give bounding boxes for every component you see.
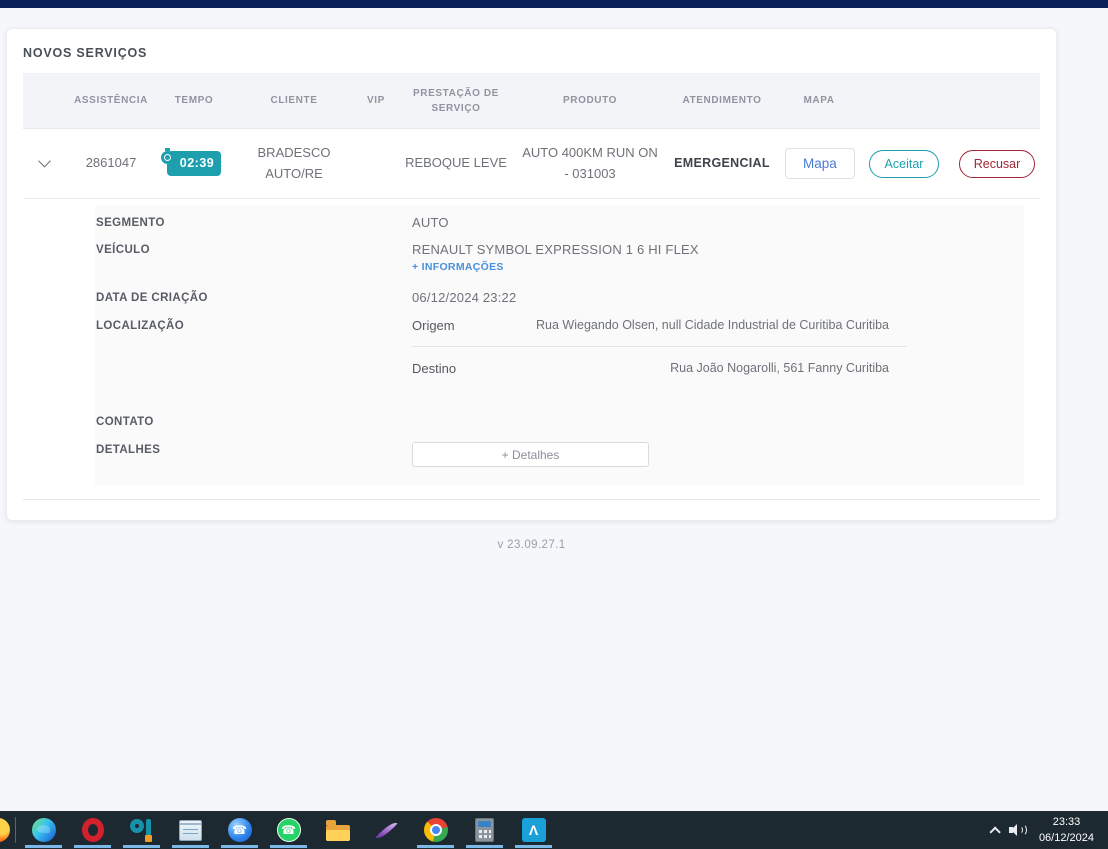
data-criacao-value: 06/12/2024 23:22 bbox=[412, 290, 1024, 305]
mapa-button[interactable]: Mapa bbox=[785, 148, 855, 179]
informacoes-link[interactable]: + INFORMAÇÕES bbox=[412, 261, 504, 273]
origem-value: Rua Wiegando Olsen, null Cidade Industri… bbox=[536, 318, 907, 332]
segmento-label: SEGMENTO bbox=[96, 215, 412, 229]
lambda-app-icon[interactable]: Λ bbox=[509, 811, 558, 849]
detail-row-veiculo: VEÍCULO RENAULT SYMBOL EXPRESSION 1 6 HI… bbox=[96, 242, 1024, 290]
cell-prestacao-servico: REBOQUE LEVE bbox=[395, 153, 517, 173]
timer-value: 02:39 bbox=[180, 156, 214, 170]
detail-row-contato: CONTATO bbox=[96, 414, 1024, 442]
cell-cliente: BRADESCO AUTO/RE bbox=[231, 143, 357, 183]
recusar-button[interactable]: Recusar bbox=[959, 150, 1036, 178]
detalhes-button[interactable]: + Detalhes bbox=[412, 442, 649, 467]
file-explorer-icon[interactable] bbox=[313, 811, 362, 849]
cell-atendimento: EMERGENCIAL bbox=[663, 154, 781, 173]
segmento-value: AUTO bbox=[412, 215, 1024, 230]
taskbar-partial-browser-icon[interactable] bbox=[0, 811, 12, 849]
cell-produto: AUTO 400KM RUN ON - 031003 bbox=[517, 143, 663, 183]
row-detail-panel: SEGMENTO AUTO VEÍCULO RENAULT SYMBOL EXP… bbox=[95, 206, 1024, 486]
tray-time: 23:33 bbox=[1053, 816, 1081, 828]
tray-clock[interactable]: 23:33 06/12/2024 bbox=[1039, 814, 1094, 847]
page-title: NOVOS SERVIÇOS bbox=[7, 29, 1056, 73]
row-expand-cell[interactable] bbox=[23, 153, 65, 173]
row-detail-section: SEGMENTO AUTO VEÍCULO RENAULT SYMBOL EXP… bbox=[23, 199, 1040, 486]
app-version: v 23.09.27.1 bbox=[6, 539, 1057, 551]
novos-servicos-card: NOVOS SERVIÇOS ASSISTÊNCIA TEMPO CLIENTE… bbox=[6, 28, 1057, 521]
header-atendimento: ATENDIMENTO bbox=[663, 93, 781, 108]
veiculo-label: VEÍCULO bbox=[96, 242, 412, 256]
card-footer-divider bbox=[23, 499, 1040, 515]
header-cliente: CLIENTE bbox=[231, 93, 357, 108]
whatsapp-icon[interactable]: ☎ bbox=[264, 811, 313, 849]
aceitar-button[interactable]: Aceitar bbox=[869, 150, 940, 178]
feather-app-icon[interactable] bbox=[362, 811, 411, 849]
origem-destino-divider bbox=[412, 346, 907, 347]
localizacao-label: LOCALIZAÇÃO bbox=[96, 318, 412, 332]
top-navy-bar bbox=[0, 0, 1108, 8]
cell-assistencia: 2861047 bbox=[65, 153, 157, 173]
header-prestacao-servico: PRESTAÇÃO DE SERVIÇO bbox=[395, 86, 517, 116]
header-vip: VIP bbox=[357, 93, 395, 108]
stopwatch-icon bbox=[161, 151, 174, 164]
destino-line: Destino Rua João Nogarolli, 561 Fanny Cu… bbox=[412, 361, 907, 376]
detail-row-localizacao: LOCALIZAÇÃO Origem Rua Wiegando Olsen, n… bbox=[96, 318, 1024, 414]
veiculo-value: RENAULT SYMBOL EXPRESSION 1 6 HI FLEX bbox=[412, 242, 1024, 257]
chevron-down-icon[interactable] bbox=[38, 155, 51, 168]
origem-line: Origem Rua Wiegando Olsen, null Cidade I… bbox=[412, 318, 907, 333]
a-app-icon[interactable] bbox=[117, 811, 166, 849]
notepad-icon[interactable] bbox=[166, 811, 215, 849]
opera-icon[interactable] bbox=[68, 811, 117, 849]
table-header-row: ASSISTÊNCIA TEMPO CLIENTE VIP PRESTAÇÃO … bbox=[23, 73, 1040, 129]
windows-taskbar: ☎ ☎ Λ 23:33 06/12/2024 bbox=[0, 811, 1108, 849]
tray-chevron-up-icon[interactable] bbox=[989, 826, 1000, 837]
phone-app-icon[interactable]: ☎ bbox=[215, 811, 264, 849]
table-row: 2861047 02:39 BRADESCO AUTO/RE REBOQUE L… bbox=[23, 129, 1040, 199]
origem-destino-block: Origem Rua Wiegando Olsen, null Cidade I… bbox=[412, 318, 907, 376]
detail-row-segmento: SEGMENTO AUTO bbox=[96, 215, 1024, 242]
destino-value: Rua João Nogarolli, 561 Fanny Curitiba bbox=[670, 361, 907, 375]
data-criacao-label: DATA DE CRIAÇÃO bbox=[96, 290, 412, 304]
cell-tempo: 02:39 bbox=[157, 151, 231, 176]
header-produto: PRODUTO bbox=[517, 93, 663, 108]
speaker-icon[interactable] bbox=[1009, 823, 1027, 837]
system-tray: 23:33 06/12/2024 bbox=[989, 811, 1108, 849]
detail-row-data-criacao: DATA DE CRIAÇÃO 06/12/2024 23:22 bbox=[96, 290, 1024, 318]
services-table: ASSISTÊNCIA TEMPO CLIENTE VIP PRESTAÇÃO … bbox=[23, 73, 1040, 515]
header-tempo: TEMPO bbox=[157, 93, 231, 108]
chrome-icon[interactable] bbox=[411, 811, 460, 849]
tray-date: 06/12/2024 bbox=[1039, 832, 1094, 844]
header-mapa: MAPA bbox=[781, 93, 857, 108]
timer-badge: 02:39 bbox=[167, 151, 221, 176]
header-assistencia: ASSISTÊNCIA bbox=[65, 93, 157, 108]
detalhes-label: DETALHES bbox=[96, 442, 412, 456]
origem-label: Origem bbox=[412, 318, 455, 333]
calculator-icon[interactable] bbox=[460, 811, 509, 849]
detail-row-detalhes: DETALHES + Detalhes bbox=[96, 442, 1024, 467]
contato-label: CONTATO bbox=[96, 414, 412, 428]
taskbar-separator bbox=[15, 817, 16, 843]
destino-label: Destino bbox=[412, 361, 456, 376]
edge-icon[interactable] bbox=[19, 811, 68, 849]
